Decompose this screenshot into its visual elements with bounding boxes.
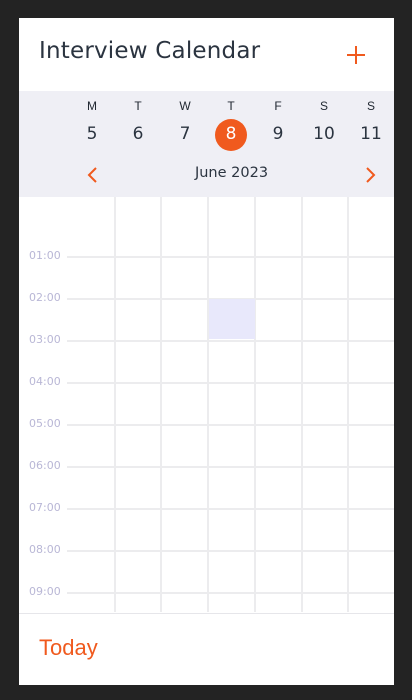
- time-label-0800: 08:00: [29, 543, 61, 556]
- day-wednesday[interactable]: W 7: [162, 91, 208, 166]
- day-friday[interactable]: F 9: [255, 91, 301, 166]
- time-label-0900: 09:00: [29, 585, 61, 598]
- grid-row-divider: [67, 508, 394, 510]
- grid-row-divider: [67, 550, 394, 552]
- day-letter: T: [227, 99, 235, 113]
- day-saturday[interactable]: S 10: [301, 91, 347, 166]
- day-number: 7: [179, 124, 191, 144]
- day-number: 11: [360, 124, 382, 144]
- day-letter: S: [319, 99, 328, 113]
- app-title: Interview Calendar: [39, 38, 261, 64]
- day-letter: M: [87, 99, 97, 113]
- time-label-0500: 05:00: [29, 417, 61, 430]
- previous-week-button[interactable]: [81, 163, 105, 187]
- schedule-grid[interactable]: 01:00 02:00 03:00 04:00 05:00 06:00 07:0…: [19, 197, 394, 612]
- grid-row-divider: [67, 424, 394, 426]
- time-label-0100: 01:00: [29, 249, 61, 262]
- footer-bar: Today: [19, 613, 394, 685]
- today-button[interactable]: Today: [39, 635, 98, 661]
- chevron-left-icon: [87, 167, 97, 183]
- day-number: 6: [132, 124, 144, 144]
- month-label: June 2023: [194, 165, 269, 181]
- day-letter: F: [274, 99, 282, 113]
- chevron-right-icon: [366, 167, 376, 183]
- add-interview-button[interactable]: [339, 38, 373, 72]
- time-label-0700: 07:00: [29, 501, 61, 514]
- plus-icon: [347, 46, 365, 64]
- interview-event-block[interactable]: [209, 299, 255, 339]
- grid-row-divider: [67, 340, 394, 342]
- grid-row-divider: [67, 256, 394, 258]
- grid-row-divider: [67, 466, 394, 468]
- day-monday[interactable]: M 5: [69, 91, 115, 166]
- day-number: 10: [313, 124, 335, 144]
- day-thursday-selected[interactable]: T 8: [208, 91, 254, 166]
- time-label-0600: 06:00: [29, 459, 61, 472]
- app-header: Interview Calendar: [19, 18, 394, 91]
- time-label-0400: 04:00: [29, 375, 61, 388]
- grid-row-divider: [67, 592, 394, 594]
- day-number: 5: [86, 124, 98, 144]
- day-letter: T: [134, 99, 142, 113]
- week-strip: M 5 T 6 W 7 T 8 F 9 S 10 S 11 June 2023: [19, 91, 394, 197]
- day-letter: W: [179, 99, 191, 113]
- day-letter: S: [366, 99, 375, 113]
- day-tuesday[interactable]: T 6: [115, 91, 161, 166]
- day-number: 9: [272, 124, 284, 144]
- day-sunday[interactable]: S 11: [348, 91, 394, 166]
- grid-row-divider: [67, 382, 394, 384]
- day-number: 8: [225, 124, 237, 144]
- app-screen: Interview Calendar M 5 T 6 W 7 T 8 F 9 S…: [19, 18, 394, 685]
- next-week-button[interactable]: [358, 163, 382, 187]
- time-label-0200: 02:00: [29, 291, 61, 304]
- time-label-0300: 03:00: [29, 333, 61, 346]
